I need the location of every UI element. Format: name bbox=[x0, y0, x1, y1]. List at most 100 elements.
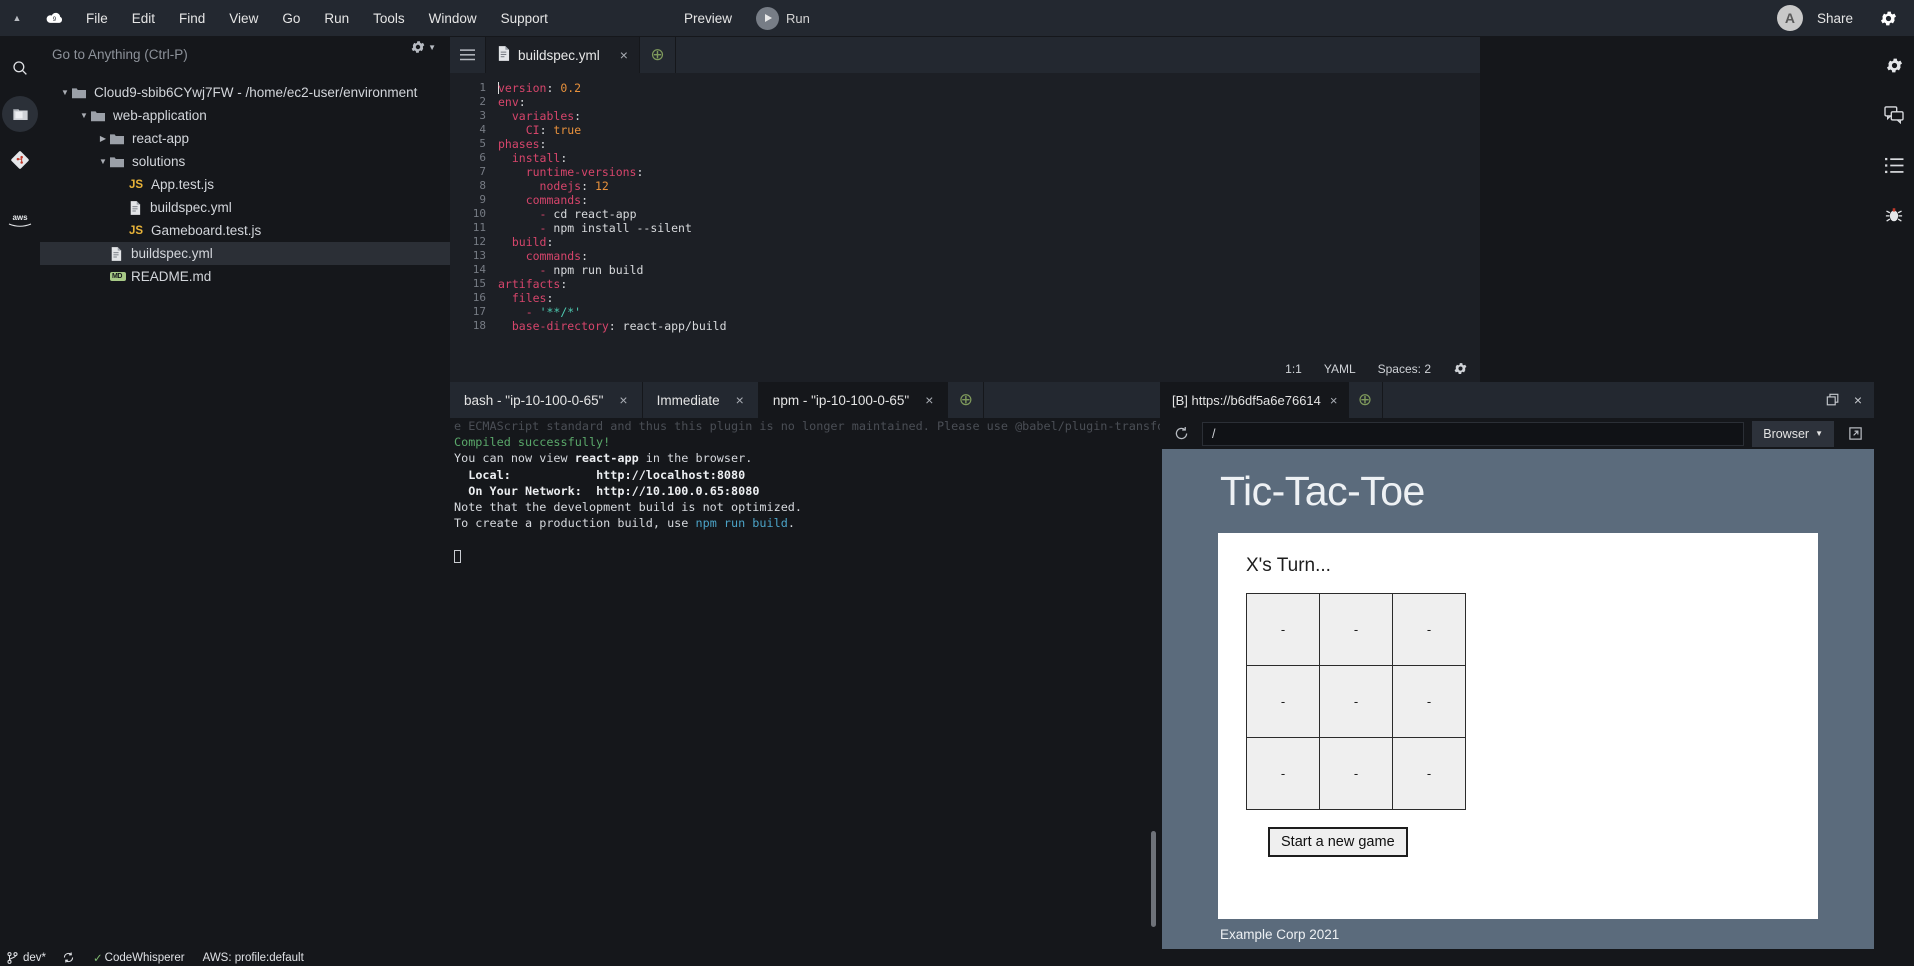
close-icon[interactable]: × bbox=[1321, 393, 1338, 408]
terminal-cursor bbox=[454, 550, 461, 564]
close-icon[interactable]: × bbox=[909, 392, 933, 408]
preview-button[interactable]: Preview bbox=[670, 0, 746, 37]
go-to-anything-input[interactable]: Go to Anything (Ctrl-P) bbox=[40, 37, 450, 71]
tree-item[interactable]: ▶ react-app bbox=[40, 127, 450, 150]
code-content[interactable]: 1 version: 0.2 2 env: 3 variables: 4 CI: true… bbox=[450, 73, 1480, 345]
sync-icon[interactable] bbox=[56, 951, 85, 964]
terminal-output[interactable]: e ECMAScript standard and thus this plug… bbox=[450, 418, 1160, 913]
chevron-down-icon[interactable]: ▼ bbox=[58, 88, 72, 97]
close-icon[interactable]: × bbox=[1854, 392, 1862, 408]
board-cell[interactable]: - bbox=[1319, 593, 1393, 666]
chevron-right-icon[interactable]: ▶ bbox=[96, 134, 110, 143]
game-board[interactable]: --------- bbox=[1246, 593, 1466, 810]
triangle-up-icon[interactable]: ▲ bbox=[0, 0, 34, 37]
git-icon[interactable] bbox=[1, 139, 39, 181]
editor-tab-bar: buildspec.yml × ⊕ bbox=[450, 37, 1480, 73]
code-line: 4 CI: true bbox=[450, 123, 1480, 137]
environment-settings-gear-icon[interactable]: ▼ bbox=[410, 39, 436, 55]
board-cell[interactable]: - bbox=[1246, 737, 1320, 810]
js-file-icon: JS bbox=[129, 178, 144, 191]
aws-logo-icon[interactable]: aws bbox=[1, 199, 39, 241]
tree-item[interactable]: buildspec.yml bbox=[40, 196, 450, 219]
close-icon[interactable]: × bbox=[608, 47, 628, 63]
search-icon[interactable] bbox=[1, 47, 39, 89]
tree-item[interactable]: JS Gameboard.test.js bbox=[40, 219, 450, 242]
close-icon[interactable]: × bbox=[720, 392, 744, 408]
codewhisperer-status[interactable]: ✓ CodeWhisperer bbox=[85, 951, 195, 965]
pop-out-icon[interactable] bbox=[1842, 426, 1868, 441]
preview-url-input[interactable]: / bbox=[1202, 421, 1745, 446]
terminal-line: Local: http://localhost:8080 bbox=[468, 467, 746, 482]
menu-tools[interactable]: Tools bbox=[361, 0, 417, 37]
tree-item[interactable]: JS App.test.js bbox=[40, 173, 450, 196]
left-activity-rail: aws bbox=[0, 37, 40, 949]
tree-item-label: README.md bbox=[131, 269, 212, 284]
board-cell[interactable]: - bbox=[1319, 665, 1393, 738]
terminal-tab-label: Immediate bbox=[656, 392, 720, 408]
menu-run[interactable]: Run bbox=[312, 0, 361, 37]
status-bar: dev* ✓ CodeWhisperer AWS: profile:defaul… bbox=[0, 949, 1914, 966]
menu-edit[interactable]: Edit bbox=[120, 0, 167, 37]
folder-icon bbox=[91, 110, 107, 122]
board-row: --- bbox=[1246, 737, 1466, 810]
start-new-game-button[interactable]: Start a new game bbox=[1268, 827, 1408, 857]
line-number: 6 bbox=[479, 151, 486, 164]
indent-setting[interactable]: Spaces: 2 bbox=[1378, 362, 1431, 376]
editor-settings-gear-icon[interactable] bbox=[1453, 361, 1468, 376]
restore-window-icon[interactable] bbox=[1826, 393, 1840, 407]
line-number: 10 bbox=[472, 207, 486, 220]
menu-view[interactable]: View bbox=[217, 0, 270, 37]
menu-file[interactable]: File bbox=[74, 0, 120, 37]
tab-preview-url[interactable]: [B] https://b6df5a6e76614 × bbox=[1162, 382, 1349, 418]
gear-icon[interactable] bbox=[1875, 45, 1913, 85]
tree-item[interactable]: buildspec.yml bbox=[40, 242, 450, 265]
aws-profile-label: AWS: profile:default bbox=[202, 951, 304, 964]
terminal-tab[interactable]: bash - "ip-10-100-0-65" × bbox=[450, 382, 643, 418]
share-button[interactable]: Share bbox=[1817, 11, 1853, 26]
menu-find[interactable]: Find bbox=[167, 0, 217, 37]
board-cell[interactable]: - bbox=[1392, 665, 1466, 738]
preview-url-bar: / Browser ▼ bbox=[1162, 418, 1874, 449]
board-cell[interactable]: - bbox=[1246, 593, 1320, 666]
chevron-down-icon[interactable]: ▼ bbox=[96, 157, 110, 166]
run-button[interactable]: Run bbox=[746, 6, 820, 30]
git-branch-status[interactable]: dev* bbox=[7, 952, 56, 964]
new-terminal-tab-button[interactable]: ⊕ bbox=[948, 382, 985, 418]
turn-status: X's Turn... bbox=[1246, 555, 1331, 576]
outline-list-icon[interactable] bbox=[1875, 145, 1913, 185]
preview-mode-dropdown[interactable]: Browser ▼ bbox=[1752, 420, 1834, 447]
board-cell[interactable]: - bbox=[1392, 737, 1466, 810]
aws-profile-status[interactable]: AWS: profile:default bbox=[195, 952, 314, 964]
cloud9-logo-icon[interactable]: 9 bbox=[34, 0, 74, 37]
language-mode[interactable]: YAML bbox=[1324, 362, 1356, 376]
gear-icon[interactable] bbox=[1871, 9, 1906, 28]
terminal-scrollbar[interactable] bbox=[1151, 831, 1156, 927]
menu-support[interactable]: Support bbox=[489, 0, 560, 37]
tree-item[interactable]: ▼ solutions bbox=[40, 150, 450, 173]
tab-buildspec-yml[interactable]: buildspec.yml × bbox=[486, 37, 640, 73]
reload-icon[interactable] bbox=[1168, 421, 1194, 447]
new-preview-tab-button[interactable]: ⊕ bbox=[1349, 382, 1383, 418]
code-line-text: - npm install --silent bbox=[539, 221, 692, 235]
board-cell[interactable]: - bbox=[1246, 665, 1320, 738]
tree-item[interactable]: MD README.md bbox=[40, 265, 450, 288]
debugger-icon[interactable] bbox=[1875, 195, 1913, 235]
avatar[interactable]: A bbox=[1776, 5, 1803, 31]
terminal-tab[interactable]: Immediate × bbox=[642, 382, 759, 418]
line-number: 3 bbox=[479, 109, 486, 122]
new-editor-tab-button[interactable]: ⊕ bbox=[640, 37, 676, 73]
menu-window[interactable]: Window bbox=[417, 0, 489, 37]
chevron-down-icon[interactable]: ▼ bbox=[77, 111, 91, 120]
comments-icon[interactable] bbox=[1875, 95, 1913, 135]
close-icon[interactable]: × bbox=[603, 392, 627, 408]
line-number: 12 bbox=[472, 235, 486, 248]
tree-item-label: solutions bbox=[132, 154, 186, 169]
tree-item[interactable]: ▼ web-application bbox=[40, 104, 450, 127]
tree-item[interactable]: ▼ Cloud9-sbib6CYwj7FW - /home/ec2-user/en… bbox=[40, 81, 450, 104]
board-cell[interactable]: - bbox=[1319, 737, 1393, 810]
menu-go[interactable]: Go bbox=[270, 0, 312, 37]
folder-icon[interactable] bbox=[1, 93, 39, 135]
menu-icon[interactable] bbox=[450, 37, 486, 73]
terminal-tab[interactable]: npm - "ip-10-100-0-65" × bbox=[758, 382, 949, 418]
board-cell[interactable]: - bbox=[1392, 593, 1466, 666]
